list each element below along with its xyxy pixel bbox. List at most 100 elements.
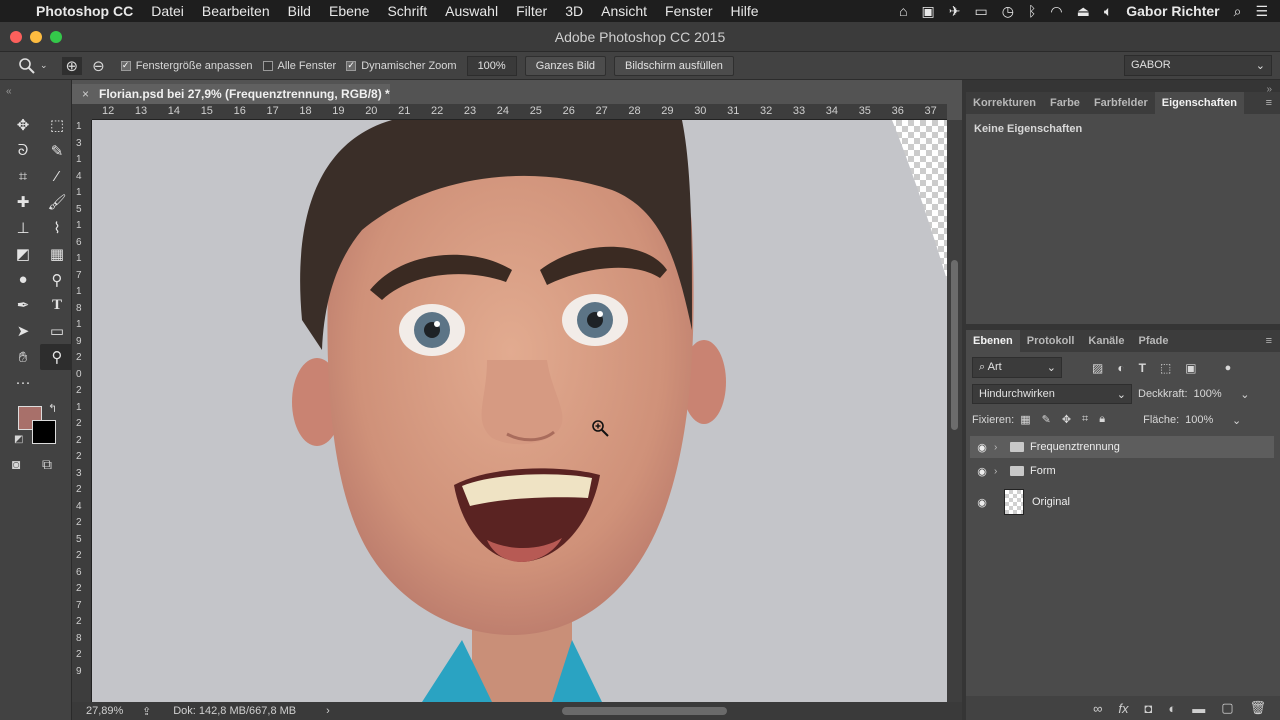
layer-row[interactable]: ◉ › Frequenztrennung (970, 436, 1274, 458)
vertical-scrollbar[interactable] (947, 120, 962, 702)
adjustment-layer-icon[interactable]: ◐ (1168, 701, 1176, 716)
hand-tool-icon[interactable]: ✋︎ (6, 344, 40, 370)
gradient-tool-icon[interactable]: ▦ (40, 241, 74, 267)
menu-3d[interactable]: 3D (565, 3, 583, 19)
share-icon[interactable]: ⇪ (142, 705, 151, 718)
chevron-right-icon[interactable]: › (994, 466, 1006, 477)
lock-all-icon[interactable]: 🔒︎ (1099, 413, 1105, 426)
lasso-tool-icon[interactable]: ᘐ (6, 138, 40, 164)
layer-row[interactable]: ◉ › Form (970, 460, 1274, 482)
tab-protokoll[interactable]: Protokoll (1020, 330, 1082, 352)
healing-brush-tool-icon[interactable]: ✚ (6, 189, 40, 215)
zoom-out-button[interactable]: ⊖ (92, 57, 105, 75)
fill-screen-button[interactable]: Bildschirm ausfüllen (614, 55, 734, 76)
add-mask-icon[interactable]: ◘ (1144, 701, 1152, 716)
status-menu-arrow-icon[interactable]: › (326, 705, 330, 717)
default-colors-icon[interactable]: ◩ (14, 434, 23, 445)
clone-stamp-tool-icon[interactable]: ⊥ (6, 215, 40, 241)
time-machine-icon[interactable]: ◷ (1002, 3, 1014, 20)
link-layers-icon[interactable]: ∞ (1093, 701, 1102, 716)
pen-tool-icon[interactable]: ✒ (6, 293, 40, 319)
eye-icon[interactable]: ◉ (970, 465, 994, 478)
menu-hilfe[interactable]: Hilfe (731, 3, 759, 19)
lock-transparency-icon[interactable]: ▦ (1020, 413, 1030, 426)
blur-tool-icon[interactable]: ● (6, 267, 40, 293)
wifi-icon[interactable]: ◠ (1050, 3, 1062, 20)
menu-bild[interactable]: Bild (288, 3, 311, 19)
menu-fenster[interactable]: Fenster (665, 3, 712, 19)
menu-ansicht[interactable]: Ansicht (601, 3, 647, 19)
vertical-scroll-thumb[interactable] (951, 260, 958, 430)
tab-farbe[interactable]: Farbe (1043, 92, 1087, 114)
zoom-percent-field[interactable]: 100% (466, 55, 517, 76)
user-name[interactable]: Gabor Richter (1126, 3, 1219, 19)
blend-mode-select[interactable]: Hindurchwirken ⌄ (972, 384, 1132, 404)
home-icon[interactable]: ⌂ (899, 3, 907, 19)
tool-preset-picker[interactable]: ⌄ (0, 57, 62, 75)
fill-field[interactable]: 100% ⌄ (1185, 414, 1241, 427)
rectangle-tool-icon[interactable]: ▭ (40, 318, 74, 344)
crop-tool-icon[interactable]: ⌗ (6, 164, 40, 190)
trash-icon[interactable]: 🗑︎ (1249, 700, 1266, 716)
tab-ebenen[interactable]: Ebenen (966, 330, 1020, 352)
menu-ebene[interactable]: Ebene (329, 3, 369, 19)
zoom-tool-icon[interactable]: ⚲ (40, 344, 74, 370)
menu-filter[interactable]: Filter (516, 3, 547, 19)
tab-korrekturen[interactable]: Korrekturen (966, 92, 1043, 114)
menu-bearbeiten[interactable]: Bearbeiten (202, 3, 270, 19)
dodge-tool-icon[interactable]: ⚲ (40, 267, 74, 293)
eyedropper-tool-icon[interactable]: ⁄ (40, 164, 74, 190)
type-tool-icon[interactable]: T (40, 293, 74, 319)
opacity-field[interactable]: 100% ⌄ (1194, 388, 1250, 401)
eye-icon[interactable]: ◉ (970, 496, 994, 509)
layer-filter-select[interactable]: ⌕ Art ⌄ (972, 357, 1062, 378)
background-color-swatch[interactable] (32, 420, 56, 444)
close-window-button[interactable] (10, 31, 22, 43)
eject-icon[interactable]: ⏏ (1077, 3, 1090, 20)
minimize-window-button[interactable] (30, 31, 42, 43)
document-canvas[interactable] (92, 120, 947, 702)
tab-farbfelder[interactable]: Farbfelder (1087, 92, 1155, 114)
menu-auswahl[interactable]: Auswahl (445, 3, 498, 19)
filter-toggle-icon[interactable]: ● (1225, 362, 1232, 374)
drive-icon[interactable]: ▣ (922, 3, 935, 20)
eye-icon[interactable]: ◉ (970, 441, 994, 454)
layer-row[interactable]: ◉ Original (970, 486, 1274, 518)
fit-screen-button[interactable]: Ganzes Bild (524, 55, 607, 76)
document-tab[interactable]: × Florian.psd bei 27,9% (Frequenztrennun… (72, 84, 390, 104)
filter-pixel-icon[interactable]: ▨ (1092, 361, 1103, 375)
bluetooth-icon[interactable]: ᛒ (1028, 3, 1036, 19)
chevron-right-icon[interactable]: › (994, 442, 1006, 453)
vertical-ruler[interactable]: 1 3 1 4 1 5 1 6 1 7 1 8 1 9 2 0 2 1 2 2 2 3 2 4 2 5 2 6 2 7 2 8 2 9 (72, 120, 92, 702)
panel-menu-icon[interactable]: ≡ (1258, 92, 1280, 114)
brush-tool-icon[interactable]: 🖌︎ (40, 189, 74, 215)
notification-center-icon[interactable]: ☰ (1255, 3, 1268, 20)
filter-type-icon[interactable]: T (1139, 361, 1146, 375)
move-tool-icon[interactable]: ✥ (6, 112, 40, 138)
battery-icon[interactable]: ▭ (975, 3, 988, 20)
spotlight-icon[interactable]: ⌕ (1234, 3, 1242, 20)
horizontal-scroll-thumb[interactable] (562, 707, 727, 715)
tab-pfade[interactable]: Pfade (1131, 330, 1175, 352)
ruler-origin[interactable] (72, 104, 92, 120)
volume-icon[interactable]: 🔈︎ (1104, 3, 1112, 20)
close-tab-icon[interactable]: × (82, 87, 89, 101)
tab-kanaele[interactable]: Kanäle (1081, 330, 1131, 352)
lock-position-icon[interactable]: ✥ (1062, 413, 1071, 426)
zoom-in-button[interactable]: ⊕ (61, 56, 83, 75)
lock-pixels-icon[interactable]: ✎ (1042, 413, 1051, 426)
filter-adjustment-icon[interactable]: ◐ (1117, 361, 1124, 375)
eraser-tool-icon[interactable]: ◩ (6, 241, 40, 267)
marquee-tool-icon[interactable]: ⬚ (40, 112, 74, 138)
filter-smart-object-icon[interactable]: ▣ (1185, 361, 1196, 375)
menu-schrift[interactable]: Schrift (387, 3, 427, 19)
lock-artboard-icon[interactable]: ⌗ (1082, 413, 1088, 426)
workspace-switcher[interactable]: GABOR ⌄ (1124, 55, 1272, 76)
panel-menu-icon[interactable]: ≡ (1258, 330, 1280, 352)
menu-datei[interactable]: Datei (151, 3, 184, 19)
quick-selection-tool-icon[interactable]: ✎ (40, 138, 74, 164)
swap-colors-icon[interactable]: ↰ (48, 402, 57, 415)
new-layer-icon[interactable]: ▢ (1221, 700, 1233, 716)
menu-app-name[interactable]: Photoshop CC (36, 3, 133, 19)
fit-window-checkbox[interactable]: ✓ Fenstergröße anpassen (120, 60, 253, 72)
